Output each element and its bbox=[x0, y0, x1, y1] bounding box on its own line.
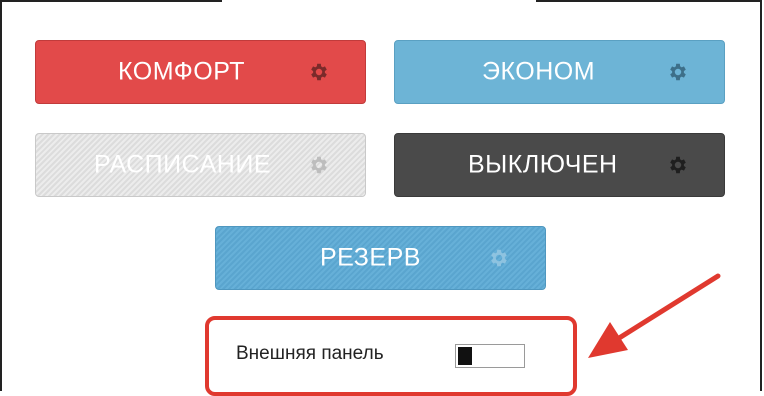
gear-icon[interactable] bbox=[667, 154, 689, 176]
schedule-mode-label: РАСПИСАНИЕ bbox=[94, 150, 271, 179]
gear-icon[interactable] bbox=[308, 61, 330, 83]
red-arrow-icon bbox=[588, 273, 721, 358]
off-mode-label: ВЫКЛЮЧЕН bbox=[468, 150, 618, 179]
comfort-mode-label: КОМФОРТ bbox=[118, 57, 246, 86]
gear-icon[interactable] bbox=[308, 154, 330, 176]
econom-mode-label: ЭКОНОМ bbox=[482, 57, 596, 86]
external-panel-toggle[interactable] bbox=[455, 344, 525, 368]
gear-icon[interactable] bbox=[488, 247, 510, 269]
econom-mode-button[interactable]: ЭКОНОМ bbox=[394, 40, 725, 104]
gear-icon[interactable] bbox=[667, 61, 689, 83]
comfort-mode-button[interactable]: КОМФОРТ bbox=[35, 40, 366, 104]
off-mode-button[interactable]: ВЫКЛЮЧЕН bbox=[394, 133, 725, 197]
reserve-mode-button[interactable]: РЕЗЕРВ bbox=[215, 226, 546, 290]
frame-gap bbox=[222, 0, 536, 4]
external-panel-label: Внешняя панель bbox=[236, 343, 384, 364]
schedule-mode-button[interactable]: РАСПИСАНИЕ bbox=[35, 133, 366, 197]
toggle-knob[interactable] bbox=[458, 347, 472, 365]
reserve-mode-label: РЕЗЕРВ bbox=[320, 243, 421, 272]
